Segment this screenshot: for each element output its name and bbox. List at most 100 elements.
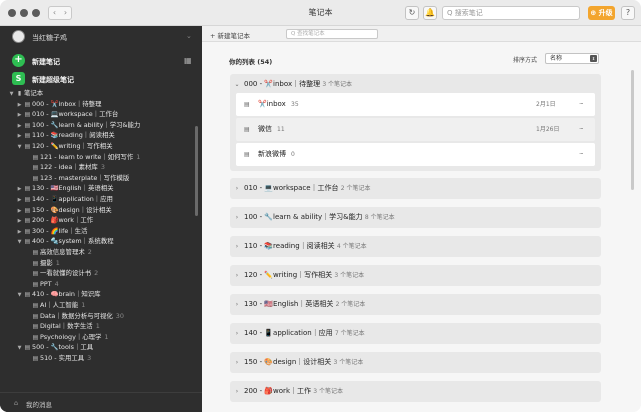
sort-value: 名称 — [550, 55, 563, 62]
sidebar-tree-item[interactable]: ▶ ▤ 110 - 📚reading｜阅读相关 — [0, 130, 196, 141]
search-input[interactable]: Q 搜索笔记 — [442, 6, 580, 20]
sidebar-tree-item[interactable]: ▤ 一看就懂的设计书 2 — [0, 268, 196, 279]
sidebar-tree-item[interactable]: ▶ ▤ 150 - 🎨design｜设计相关 — [0, 205, 196, 216]
expand-down-icon[interactable]: ▼ — [16, 237, 23, 247]
sidebar-tree-item[interactable]: ▤ 121 - learn to write｜如何写作 1 — [0, 152, 196, 163]
notebook-icon: ▤ — [32, 312, 39, 320]
group-title: 200 - 🎒work｜工作 — [244, 387, 311, 395]
notebook-group[interactable]: › 130 - 🇺🇸English｜英语相关 2 个笔记本 — [230, 294, 601, 315]
notebook-group[interactable]: › 200 - 🎒work｜工作 3 个笔记本 — [230, 381, 601, 402]
tree-item-label: Data｜数据分析与可视化 — [40, 311, 113, 320]
notebook-icon: ▤ — [24, 132, 31, 140]
sidebar-tree-item[interactable]: ▶ ▤ 300 - 🌈life｜生活 — [0, 226, 196, 237]
grid-icon[interactable]: ▦ — [184, 56, 192, 65]
new-super-note-button[interactable]: S 新建超级笔记 — [0, 71, 202, 87]
sidebar-tree-item[interactable]: ▤ 高效信息管理术 2 — [0, 247, 196, 258]
chevron-right-icon: › — [235, 388, 239, 395]
notebook-icon: ▤ — [244, 101, 250, 108]
notebook-icon: ▤ — [24, 227, 31, 235]
expand-right-icon[interactable]: ▶ — [16, 227, 23, 237]
notebook-icon: ▤ — [32, 164, 39, 172]
tree-item-label: 400 - 🔩system｜系统教程 — [32, 237, 114, 246]
sidebar-tree-item[interactable]: ▶ ▤ 200 - 🎒work｜工作 — [0, 215, 196, 226]
expand-right-icon[interactable]: ▶ — [16, 121, 23, 131]
notebook-group[interactable]: › 100 - 🔧learn & ability｜学习&能力 8 个笔记本 — [230, 207, 601, 228]
tree-item-label: 500 - 🔧tools｜工具 — [32, 343, 94, 352]
expand-right-icon[interactable]: ▶ — [16, 216, 23, 226]
group-title: 150 - 🎨design｜设计相关 — [244, 358, 332, 366]
new-note-button[interactable]: + 新建笔记 ▦ — [0, 53, 202, 69]
sidebar-tree-item[interactable]: ▤ AI｜人工智能 1 — [0, 300, 196, 311]
notebook-icon: ▤ — [32, 355, 39, 362]
expand-right-icon[interactable]: ▶ — [16, 195, 23, 205]
tree-item-count: 30 — [115, 311, 124, 320]
upgrade-button[interactable]: ⊕ 升级 — [588, 6, 615, 20]
sidebar-tree-item[interactable]: ▤ 摄影 1 — [0, 258, 196, 269]
bell-icon[interactable]: 🔔 — [423, 6, 437, 20]
notebook-icon: ▤ — [24, 143, 31, 150]
notebook-icon: ▤ — [244, 151, 250, 158]
sidebar-tree-item[interactable]: ▤ Digital｜数字生活 1 — [0, 321, 196, 332]
more-icon[interactable]: ··· — [579, 118, 584, 141]
sidebar-tree-item[interactable]: ▼ ▮ 笔记本 — [0, 88, 196, 99]
sidebar-tree-item[interactable]: ▤ 123 - masterplate｜写作模版 — [0, 173, 196, 184]
more-icon[interactable]: ··· — [579, 93, 584, 116]
tree-item-label: 140 - 📱application｜应用 — [32, 195, 113, 203]
account-header[interactable]: 当红糖子鸡 ⌄ — [0, 26, 202, 48]
sidebar-tree-item[interactable]: ▼ ▤ 120 - ✏️writing｜写作相关 — [0, 141, 196, 152]
sync-icon[interactable]: ↻ — [405, 6, 419, 20]
sidebar-tree-item[interactable]: ▶ ▤ 010 - 💻workspace｜工作台 — [0, 109, 196, 120]
tree-item-label: 410 - 🧠brain｜知识库 — [32, 290, 101, 299]
tree-item-count: 3 — [87, 354, 92, 362]
notebook-row[interactable]: ▤ 新浪微博 0 ··· — [236, 143, 595, 166]
group-count: 3 个笔记本 — [334, 272, 365, 279]
expand-down-icon[interactable]: ▼ — [16, 142, 23, 152]
main-scrollbar[interactable] — [631, 70, 634, 190]
sidebar-tree-item[interactable]: ▤ PPT 4 — [0, 279, 196, 290]
find-notebook-input[interactable]: Q 查找笔记本 — [286, 29, 378, 39]
expand-down-icon[interactable]: ▼ — [16, 290, 23, 300]
more-icon[interactable]: ··· — [579, 143, 584, 166]
sidebar-tree-item[interactable]: ▼ ▤ 400 - 🔩system｜系统教程 — [0, 236, 196, 247]
notebook-group[interactable]: › 110 - 📚reading｜阅读相关 4 个笔记本 — [230, 236, 601, 257]
notebook-group[interactable]: › 120 - ✏️writing｜写作相关 3 个笔记本 — [230, 265, 601, 286]
chevron-down-icon[interactable]: ⌄ — [186, 32, 192, 40]
notebook-icon: ▤ — [32, 333, 39, 341]
expand-right-icon[interactable]: ▶ — [16, 110, 23, 120]
notebook-group[interactable]: › 150 - 🎨design｜设计相关 3 个笔记本 — [230, 352, 601, 373]
sidebar-tree-item[interactable]: ▼ ▤ 410 - 🧠brain｜知识库 — [0, 289, 196, 300]
new-notebook-button[interactable]: + 新建笔记本 — [210, 30, 250, 40]
group-title: 100 - 🔧learn & ability｜学习&能力 — [244, 213, 363, 221]
tree-item-count: 2 — [94, 269, 99, 278]
notebook-date: 2月1日 — [536, 101, 556, 108]
notebook-icon: ▤ — [24, 196, 31, 203]
sidebar-tree-item[interactable]: ▤ 510 - 实用工具 3 — [0, 353, 196, 364]
notebook-row[interactable]: ▤ ✂️inbox 35 2月1日 ··· — [236, 93, 595, 116]
help-icon[interactable]: ? — [621, 6, 635, 20]
notebook-icon: ▤ — [32, 323, 39, 331]
group-count: 2 个笔记本 — [335, 301, 366, 308]
expand-right-icon[interactable]: ▶ — [16, 184, 23, 194]
sort-select[interactable]: 名称 ⇕ — [545, 53, 599, 64]
sidebar-tree-item[interactable]: ▶ ▤ 140 - 📱application｜应用 — [0, 194, 196, 205]
sidebar-tree-item[interactable]: ▼ ▤ 500 - 🔧tools｜工具 — [0, 342, 196, 353]
group-count: 3 个笔记本 — [313, 388, 343, 395]
sidebar-scrollbar[interactable] — [195, 126, 198, 216]
messages-footer[interactable]: ⌂ 我的消息 — [0, 392, 202, 412]
expand-down-icon[interactable]: ▼ — [8, 89, 15, 99]
sidebar-tree-item[interactable]: ▤ Psychology｜心理学 1 — [0, 332, 196, 343]
sidebar-tree-item[interactable]: ▶ ▤ 130 - 🇺🇸English｜英语相关 — [0, 183, 196, 194]
sidebar-tree-item[interactable]: ▤ Data｜数据分析与可视化 30 — [0, 311, 196, 322]
expand-right-icon[interactable]: ▶ — [16, 206, 23, 216]
sidebar-tree-item[interactable]: ▤ 122 - idea｜素材库 3 — [0, 162, 196, 173]
notebook-group[interactable]: › 010 - 💻workspace｜工作台 2 个笔记本 — [230, 178, 601, 199]
sidebar-tree-item[interactable]: ▶ ▤ 000 - ✂️inbox｜待整理 — [0, 99, 196, 110]
notebook-icon: ▤ — [32, 153, 39, 161]
notebook-row[interactable]: ▤ 微信 11 1月26日 ··· — [236, 118, 595, 141]
sidebar-tree-item[interactable]: ▶ ▤ 100 - 🔧learn & ability｜学习&能力 — [0, 120, 196, 131]
expand-right-icon[interactable]: ▶ — [16, 100, 23, 110]
notebook-group[interactable]: › 140 - 📱application｜应用 7 个笔记本 — [230, 323, 601, 344]
expand-down-icon[interactable]: ▼ — [16, 343, 23, 353]
expand-right-icon[interactable]: ▶ — [16, 131, 23, 141]
notebook-count: 0 — [291, 151, 295, 158]
